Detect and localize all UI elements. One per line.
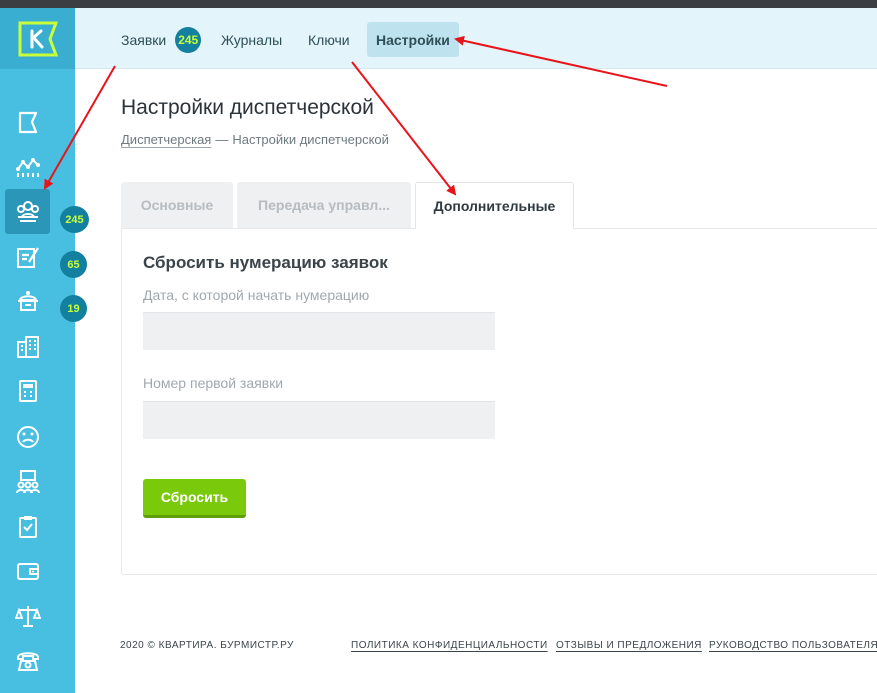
service-icon xyxy=(17,290,38,311)
tab-main[interactable]: Основные xyxy=(121,182,233,228)
app-page: 245 65 19 Заявки 245 Журналы Ключи Настр… xyxy=(0,0,877,693)
k-logo-icon xyxy=(18,21,58,56)
section-title: Сбросить нумерацию заявок xyxy=(143,253,388,272)
nav-requests[interactable]: Заявки 245 xyxy=(121,22,202,57)
nav-journals-label: Журналы xyxy=(221,31,283,48)
sidebar-item-meetings[interactable] xyxy=(5,459,50,504)
nav-keys[interactable]: Ключи xyxy=(308,22,350,57)
notes-count-badge: 65 xyxy=(60,251,87,278)
sidebar-item-notes[interactable] xyxy=(5,234,50,279)
requests-count-badge: 245 xyxy=(60,206,89,233)
sidebar-item-complaints[interactable] xyxy=(5,414,50,459)
scales-icon xyxy=(14,605,41,627)
nav-settings-label: Настройки xyxy=(376,31,450,48)
first-number-input[interactable] xyxy=(143,401,495,439)
arrow-to-additional-tab xyxy=(351,61,457,196)
sidebar-item-calculator[interactable] xyxy=(5,368,50,413)
nav-requests-badge: 245 xyxy=(175,26,202,53)
sidebar-item-home[interactable] xyxy=(5,100,50,145)
sidebar-item-requests[interactable] xyxy=(5,189,50,234)
people-board-icon xyxy=(15,469,40,493)
sidebar-item-calls[interactable] xyxy=(5,638,50,683)
wallet-icon xyxy=(16,562,39,580)
reset-button[interactable]: Сбросить xyxy=(143,479,246,518)
top-nav: Заявки 245 Журналы Ключи Настройки xyxy=(75,8,877,69)
sidebar-item-analytics[interactable] xyxy=(5,144,50,189)
tab-additional[interactable]: Дополнительные xyxy=(415,182,574,229)
service-count-badge: 19 xyxy=(60,295,87,322)
analytics-icon xyxy=(15,157,40,177)
tab-transfer-control[interactable]: Передача управл... xyxy=(237,182,411,228)
sidebar-item-legal[interactable] xyxy=(5,593,50,638)
footer-link-manual[interactable]: РУКОВОДСТВО ПОЛЬЗОВАТЕЛЯ xyxy=(709,640,877,651)
requests-icon xyxy=(16,200,39,222)
breadcrumb-separator: — xyxy=(215,132,229,147)
breadcrumb-current: Настройки диспетчерской xyxy=(232,132,389,147)
building-icon xyxy=(16,335,39,358)
sad-face-icon xyxy=(16,425,39,448)
page-title: Настройки диспетчерской xyxy=(121,96,374,119)
start-date-input[interactable] xyxy=(143,312,495,350)
nav-keys-label: Ключи xyxy=(308,31,350,48)
clipboard-icon xyxy=(18,515,37,538)
browser-top-strip xyxy=(0,0,877,8)
sidebar: 245 65 19 xyxy=(0,8,89,693)
flag-icon xyxy=(18,111,37,133)
sidebar-item-service[interactable] xyxy=(5,278,50,323)
breadcrumb: Диспетчерская — Настройки диспетчерской xyxy=(121,132,389,147)
edit-note-icon xyxy=(16,246,39,268)
sidebar-item-tasks[interactable] xyxy=(5,504,50,549)
footer-link-privacy[interactable]: ПОЛИТИКА КОНФИДЕНЦИАЛЬНОСТИ xyxy=(351,640,548,651)
footer-copyright: 2020 © КВАРТИРА. БУРМИСТР.РУ xyxy=(120,640,294,651)
breadcrumb-link-dispatch[interactable]: Диспетчерская xyxy=(121,132,211,147)
calculator-icon xyxy=(18,379,37,402)
sidebar-item-payments[interactable] xyxy=(5,548,50,593)
footer-link-feedback[interactable]: ОТЗЫВЫ И ПРЕДЛОЖЕНИЯ xyxy=(556,640,702,651)
logo[interactable] xyxy=(0,8,75,69)
sidebar-item-buildings[interactable] xyxy=(5,324,50,369)
start-date-label: Дата, с которой начать нумерацию xyxy=(143,287,370,303)
nav-settings[interactable]: Настройки xyxy=(367,22,459,57)
phone-icon xyxy=(16,651,39,671)
nav-requests-label: Заявки xyxy=(121,31,167,48)
first-number-label: Номер первой заявки xyxy=(143,375,284,391)
nav-journals[interactable]: Журналы xyxy=(221,22,282,57)
